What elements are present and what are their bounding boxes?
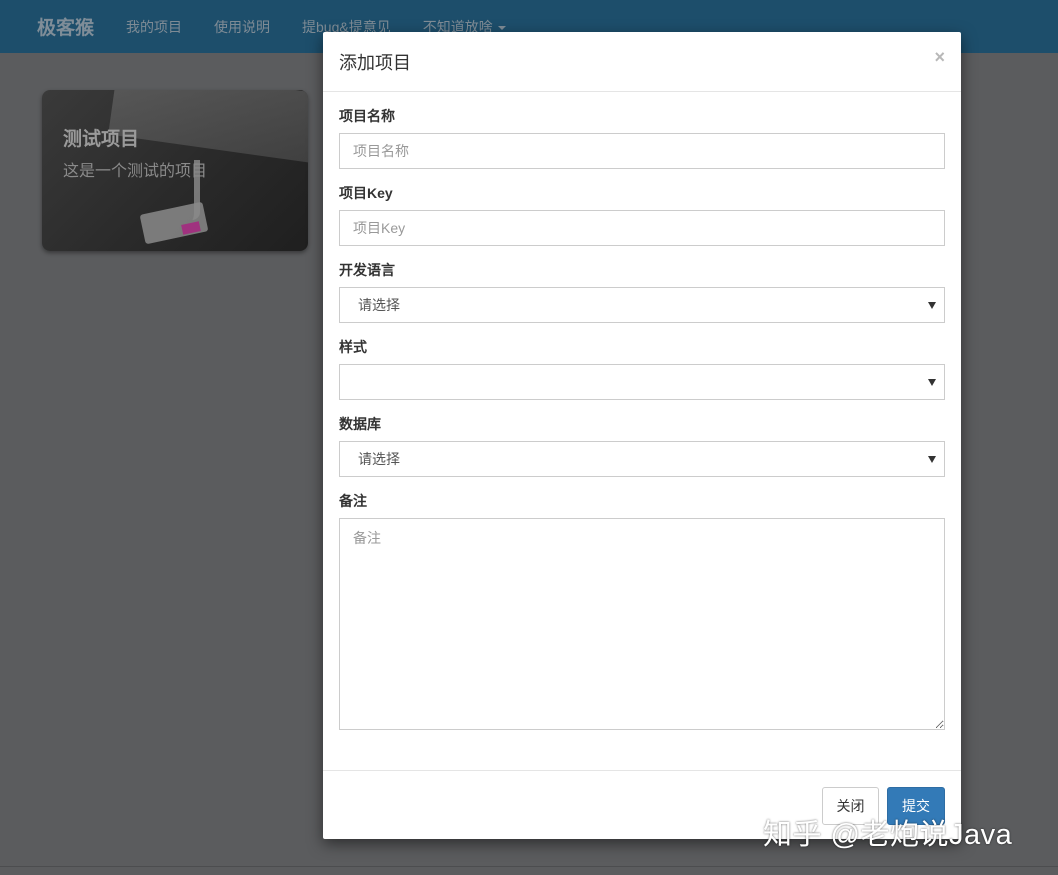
form-group-name: 项目名称 [339,108,945,169]
project-card[interactable]: 测试项目 这是一个测试的项目 [42,90,308,251]
project-key-input[interactable] [339,210,945,246]
add-project-modal: 添加项目 × 项目名称 项目Key 开发语言 请选择 样式 数据库 [323,32,961,839]
form-group-language: 开发语言 请选择 [339,262,945,323]
form-group-key: 项目Key [339,185,945,246]
nav-item-instructions[interactable]: 使用说明 [214,17,270,37]
watermark-text: 知乎 @老炮说Java [763,819,1013,851]
close-icon[interactable]: × [934,47,945,68]
database-label: 数据库 [339,416,381,432]
project-card-description: 这是一个测试的项目 [63,163,208,180]
language-select-value: 请选择 [358,297,400,313]
database-select[interactable]: 请选择 [339,441,945,477]
project-name-input[interactable] [339,133,945,169]
remark-label: 备注 [339,493,367,509]
dropdown-arrow-icon [928,456,936,463]
style-select[interactable] [339,364,945,400]
dropdown-arrow-icon [928,302,936,309]
modal-title: 添加项目 [339,53,411,73]
caret-down-icon [497,25,506,30]
project-card-title: 测试项目 [63,129,140,150]
language-label: 开发语言 [339,262,395,278]
project-name-label: 项目名称 [339,108,395,124]
form-group-remark: 备注 [339,493,945,730]
form-group-style: 样式 [339,339,945,400]
remark-textarea[interactable] [339,518,945,730]
dropdown-arrow-icon [928,379,936,386]
language-select[interactable]: 请选择 [339,287,945,323]
page-divider [0,866,1058,867]
brand-logo[interactable]: 极客猴 [37,13,94,40]
database-select-value: 请选择 [358,451,400,467]
modal-body: 项目名称 项目Key 开发语言 请选择 样式 数据库 请选择 [323,92,961,730]
nav-item-my-projects[interactable]: 我的项目 [126,17,182,37]
style-label: 样式 [339,339,367,355]
modal-header: 添加项目 × [323,32,961,92]
form-group-database: 数据库 请选择 [339,416,945,477]
project-key-label: 项目Key [339,185,393,201]
